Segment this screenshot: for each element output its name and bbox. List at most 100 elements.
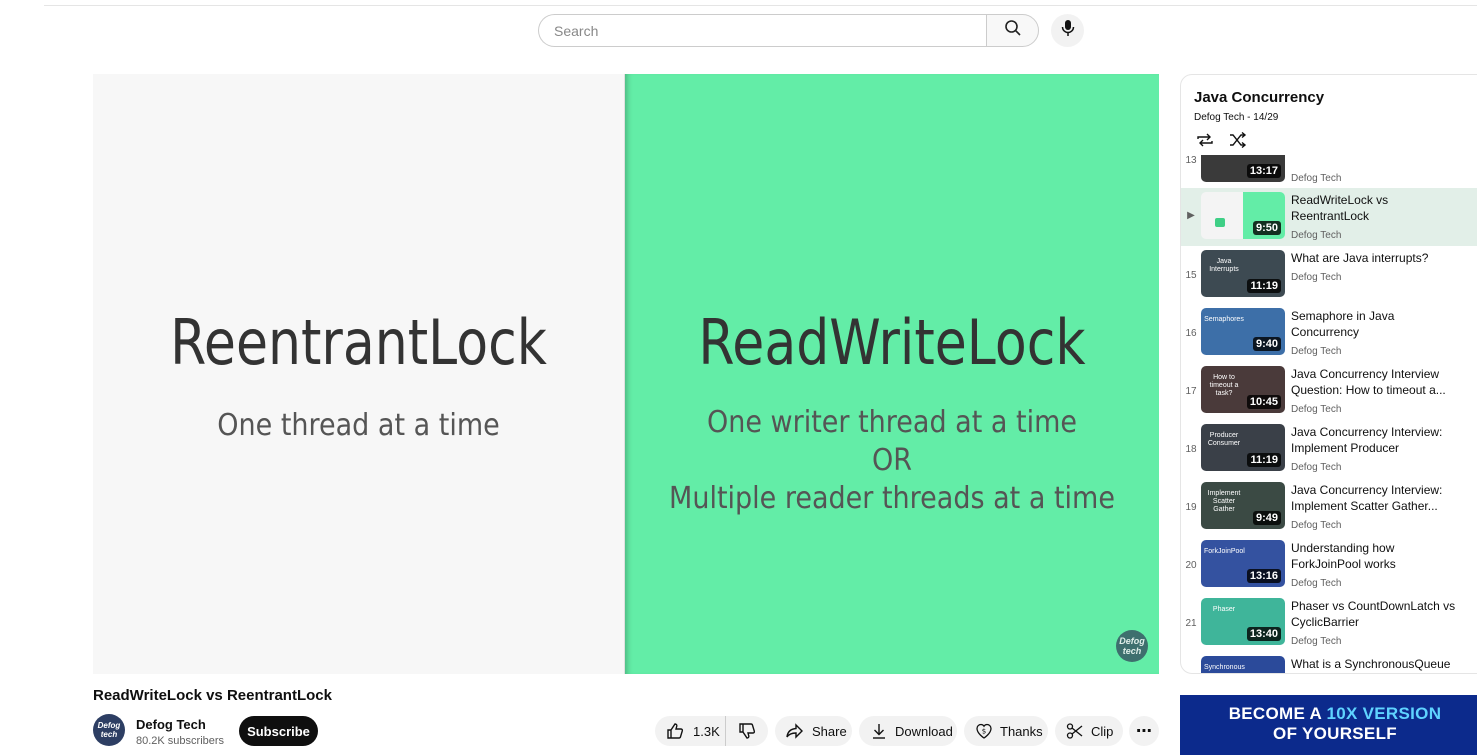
thanks-label: Thanks: [1000, 723, 1043, 739]
playlist-item[interactable]: 18 Producer Consumer 11:19 Java Concurrency…: [1181, 420, 1477, 478]
playlist-items: 13ReentrantLock13:17tryLock and moreDefo…: [1181, 155, 1477, 673]
playlist-item[interactable]: 15 Java Interrupts 11:19 What are Java inte…: [1181, 246, 1477, 304]
playlist-item-index: 15: [1185, 270, 1197, 281]
playlist-item-channel: Defog Tech: [1291, 636, 1342, 647]
video-duration: 9:50: [1252, 221, 1281, 235]
search-button[interactable]: [986, 14, 1039, 47]
loop-playlist-button[interactable]: [1194, 131, 1216, 153]
like-dislike-group: 1.3K: [655, 716, 768, 746]
dislike-button[interactable]: [726, 716, 768, 746]
subscriber-count: 80.2K subscribers: [136, 735, 225, 747]
search-input[interactable]: [538, 14, 986, 47]
playlist-item-channel: Defog Tech: [1291, 173, 1342, 184]
playlist-item-channel: Defog Tech: [1291, 520, 1342, 531]
playlist-item[interactable]: 19 Implement Scatter Gather 9:49 Java Concu…: [1181, 478, 1477, 536]
microphone-icon: [1061, 19, 1075, 42]
slide-right-text: One writer thread at a time OR Multiple …: [652, 404, 1133, 518]
playlist-panel: Java Concurrency Defog Tech - 14/29 13 Re…: [1180, 74, 1477, 674]
playlist-item-thumbnail: How to timeout a task? 10:45: [1201, 366, 1285, 413]
playlist-item[interactable]: 16 Semaphores 9:40 Semaphore in Java Concur…: [1181, 304, 1477, 362]
thanks-button[interactable]: $ Thanks: [964, 716, 1048, 746]
thumbnail-label: Semaphores: [1204, 316, 1244, 323]
download-button[interactable]: Download: [859, 716, 957, 746]
video-duration: 11:19: [1247, 279, 1281, 293]
playlist-item[interactable]: 20 ForkJoinPool 13:16 Understanding how For…: [1181, 536, 1477, 594]
playlist-item-thumbnail: Semaphores 9:40: [1201, 308, 1285, 355]
playlist-item-index: 21: [1185, 618, 1197, 629]
playlist-item-channel: Defog Tech: [1291, 578, 1342, 589]
ad-line2: OF YOURSELF: [1273, 724, 1397, 743]
thumbnail-label: Java Interrupts: [1209, 258, 1239, 273]
voice-search-button[interactable]: [1051, 14, 1084, 47]
playlist-item-title: What is a SynchronousQueue: [1291, 657, 1451, 671]
advertisement-banner[interactable]: BECOME A 10X VERSION OF YOURSELF: [1180, 695, 1477, 755]
like-button[interactable]: 1.3K: [655, 716, 726, 746]
playlist-item-thumbnail: Implement Scatter Gather 9:49: [1201, 482, 1285, 529]
playlist-item[interactable]: 13ReentrantLock13:17tryLock and moreDefo…: [1181, 155, 1477, 189]
playlist-item[interactable]: ▶ 9:50 ReadWriteLock vs ReentrantLock Defog…: [1181, 188, 1477, 246]
playlist-item-title: Semaphore in Java Concurrency: [1291, 309, 1395, 339]
shuffle-icon: [1228, 131, 1248, 153]
slide-left-title: ReentrantLock: [170, 306, 547, 379]
playlist-item-index: 18: [1185, 444, 1197, 455]
download-icon: [869, 721, 889, 741]
download-label: Download: [895, 723, 953, 739]
playlist-item-channel: Defog Tech: [1291, 272, 1342, 283]
video-duration: 10:45: [1246, 395, 1281, 409]
playlist-item-thumbnail: 9:50: [1201, 192, 1285, 239]
more-actions-button[interactable]: ⋯: [1129, 716, 1159, 746]
top-divider: [44, 0, 1477, 6]
thumbnail-label: Synchronous: [1204, 664, 1245, 671]
share-button[interactable]: Share: [775, 716, 852, 746]
ad-line1-highlight: 10X VERSION: [1326, 704, 1442, 723]
playlist-item-channel: Defog Tech: [1291, 404, 1342, 415]
playlist-item-index: 16: [1185, 328, 1197, 339]
like-count: 1.3K: [693, 723, 720, 739]
playlist-item-thumbnail: Synchronous: [1201, 656, 1285, 673]
subscribe-button[interactable]: Subscribe: [239, 716, 318, 746]
loop-icon: [1195, 132, 1215, 153]
playlist-item-title: Phaser vs CountDownLatch vs CyclicBarrie…: [1291, 599, 1456, 629]
thumbnail-label: How to timeout a task?: [1209, 374, 1239, 397]
video-player[interactable]: ReentrantLock One thread at a time ReadW…: [93, 74, 1159, 674]
video-duration: 13:16: [1246, 569, 1281, 583]
playlist-item[interactable]: 22SynchronousWhat is a SynchronousQueueD…: [1181, 652, 1477, 673]
thumbnail-label: Implement Scatter Gather: [1207, 490, 1241, 513]
thanks-heart-dollar-icon: $: [974, 721, 994, 741]
playlist-item[interactable]: 17 How to timeout a task? 10:45 Java Concur…: [1181, 362, 1477, 420]
playlist-item-channel: Defog Tech: [1291, 462, 1342, 473]
channel-avatar[interactable]: Defog tech: [93, 714, 125, 746]
playlist-item-thumbnail: ForkJoinPool 13:16: [1201, 540, 1285, 587]
shuffle-playlist-button[interactable]: [1227, 131, 1249, 153]
slide-right-title: ReadWriteLock: [698, 306, 1086, 379]
thumbnail-label: Producer Consumer: [1207, 432, 1241, 447]
channel-watermark[interactable]: Defog tech: [1116, 630, 1148, 662]
playlist-item-thumbnail: Producer Consumer 11:19: [1201, 424, 1285, 471]
share-icon: [785, 721, 805, 741]
lock-icon: [1215, 218, 1225, 227]
thumbs-down-icon: [737, 721, 757, 741]
video-duration: 13:17: [1246, 164, 1281, 178]
playlist-item-index: ▶: [1187, 210, 1195, 221]
video-duration: 11:19: [1247, 453, 1281, 467]
playlist-item-index: 13: [1185, 155, 1197, 166]
channel-name[interactable]: Defog Tech: [136, 717, 206, 732]
playlist-item-index: 20: [1185, 560, 1197, 571]
playlist-item-thumbnail: Java Interrupts 11:19: [1201, 250, 1285, 297]
playlist-item-title: What are Java interrupts?: [1291, 251, 1429, 265]
video-duration: 13:40: [1246, 627, 1281, 641]
playlist-item-index: 19: [1185, 502, 1197, 513]
more-horizontal-icon: ⋯: [1136, 723, 1152, 740]
playlist-item-title: Understanding how ForkJoinPool works: [1291, 541, 1396, 571]
playlist-item[interactable]: 21 Phaser 13:40 Phaser vs CountDownLatch vs…: [1181, 594, 1477, 652]
playlist-item-channel: Defog Tech: [1291, 346, 1342, 357]
ad-line1-text: BECOME A: [1228, 704, 1327, 723]
clip-label: Clip: [1091, 723, 1114, 739]
playlist-title[interactable]: Java Concurrency: [1194, 89, 1324, 106]
slide-right-panel: ReadWriteLock One writer thread at a tim…: [625, 74, 1159, 674]
video-title: ReadWriteLock vs ReentrantLock: [93, 687, 332, 704]
clip-button[interactable]: Clip: [1055, 716, 1123, 746]
slide-left-panel: ReentrantLock One thread at a time: [93, 74, 625, 674]
search-bar: [538, 14, 1039, 47]
playlist-item-title: Java Concurrency Interview Question: How…: [1291, 367, 1446, 397]
